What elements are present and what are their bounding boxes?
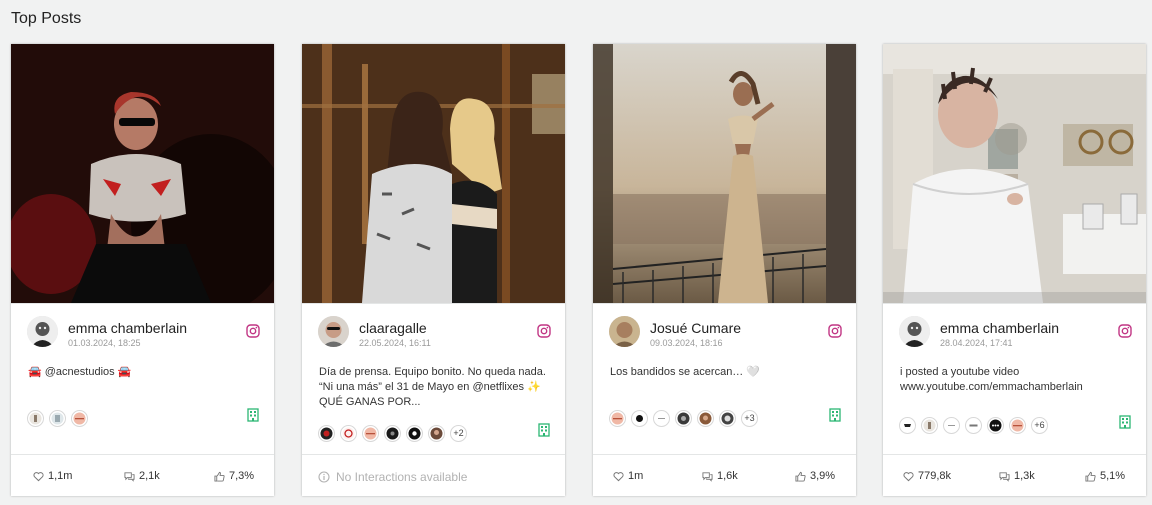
comments-count: 2,1k (139, 470, 160, 482)
brand-tag[interactable] (1009, 416, 1026, 434)
comments-stat: 2,1k (124, 470, 160, 482)
heart-icon (613, 471, 624, 482)
brand-tag[interactable] (675, 409, 692, 427)
post-caption: Día de prensa. Equipo bonito. No queda n… (319, 366, 546, 408)
likes-count: 1,1m (48, 470, 73, 482)
brand-tag[interactable] (406, 424, 423, 442)
brand-tag[interactable] (987, 416, 1004, 434)
brand-tag[interactable] (653, 409, 670, 427)
avatar[interactable] (899, 316, 930, 347)
more-tags-badge[interactable]: +6 (1031, 416, 1048, 434)
brand-tag[interactable] (719, 409, 736, 427)
engagement-stat: 5,1% (1085, 470, 1125, 482)
comment-icon (702, 471, 713, 482)
building-icon[interactable] (1119, 415, 1131, 429)
post-date: 09.03.2024, 18:16 (650, 338, 723, 348)
engagement-rate: 7,3% (229, 470, 255, 482)
brand-tag[interactable] (362, 424, 379, 442)
post-date: 22.05.2024, 16:11 (359, 338, 431, 348)
comments-count: 1,6k (717, 470, 738, 482)
brand-tag[interactable] (27, 409, 44, 427)
comments-stat: 1,6k (702, 470, 738, 482)
avatar[interactable] (27, 316, 58, 347)
author-name[interactable]: Josué Cumare (650, 320, 741, 336)
post-date: 01.03.2024, 18:25 (68, 338, 141, 348)
post-card[interactable]: emma chamberlain 01.03.2024, 18:25 🚘 @ac… (11, 44, 274, 496)
section-title: Top Posts (11, 10, 82, 27)
post-image[interactable] (883, 44, 1146, 303)
brand-tag[interactable] (318, 424, 335, 442)
heart-icon (903, 471, 914, 482)
brand-tag[interactable] (697, 409, 714, 427)
post-image[interactable] (11, 44, 274, 303)
brand-tag[interactable] (899, 416, 916, 434)
brand-tag[interactable] (921, 416, 938, 434)
instagram-icon[interactable] (246, 324, 260, 338)
info-icon (318, 471, 330, 483)
thumbs-up-icon (795, 471, 806, 482)
brand-tag[interactable] (71, 409, 88, 427)
post-card[interactable]: Josué Cumare 09.03.2024, 18:16 Los bandi… (593, 44, 856, 496)
thumbs-up-icon (1085, 471, 1096, 482)
post-stats: No Interactions available (302, 460, 565, 496)
building-icon[interactable] (247, 408, 259, 422)
likes-count: 779,8k (918, 470, 952, 482)
engagement-stat: 3,9% (795, 470, 835, 482)
brand-tag[interactable] (384, 424, 401, 442)
post-image[interactable] (302, 44, 565, 303)
avatar[interactable] (609, 316, 640, 347)
no-interactions-label: No Interactions available (336, 470, 468, 484)
brand-tag[interactable] (965, 416, 982, 434)
more-tags-badge[interactable]: +3 (741, 409, 758, 427)
engagement-rate: 5,1% (1100, 470, 1126, 482)
post-caption: i posted a youtube video www.youtube.com… (900, 366, 1083, 393)
post-image[interactable] (593, 44, 856, 303)
instagram-icon[interactable] (537, 324, 551, 338)
author-name[interactable]: emma chamberlain (68, 320, 187, 336)
instagram-icon[interactable] (828, 324, 842, 338)
post-stats: 1,1m 2,1k 7,3% (11, 460, 274, 496)
brand-tags: +6 (899, 416, 1048, 434)
thumbs-up-icon (214, 471, 225, 482)
no-interactions-notice: No Interactions available (318, 470, 467, 484)
brand-tag[interactable] (631, 409, 648, 427)
post-card[interactable]: claaragalle 22.05.2024, 16:11 Día de pre… (302, 44, 565, 496)
brand-tag[interactable] (943, 416, 960, 434)
building-icon[interactable] (829, 408, 841, 422)
comments-stat: 1,3k (999, 470, 1035, 482)
engagement-rate: 3,9% (810, 470, 836, 482)
post-date: 28.04.2024, 17:41 (940, 338, 1013, 348)
more-tags-badge[interactable]: +2 (450, 424, 467, 442)
brand-tag[interactable] (49, 409, 66, 427)
engagement-stat: 7,3% (214, 470, 254, 482)
comment-icon (124, 471, 135, 482)
likes-count: 1m (628, 470, 644, 482)
brand-tags (27, 409, 88, 427)
brand-tags: +2 (318, 424, 467, 442)
brand-tags: +3 (609, 409, 758, 427)
post-stats: 779,8k 1,3k 5,1% (883, 460, 1146, 496)
author-name[interactable]: emma chamberlain (940, 320, 1059, 336)
likes-stat: 779,8k (903, 470, 951, 482)
post-card[interactable]: emma chamberlain 28.04.2024, 17:41 i pos… (883, 44, 1146, 496)
heart-icon (33, 471, 44, 482)
instagram-icon[interactable] (1118, 324, 1132, 338)
brand-tag[interactable] (609, 409, 626, 427)
brand-tag[interactable] (340, 424, 357, 442)
post-caption: Los bandidos se acercan… 🤍 (610, 366, 761, 378)
author-name[interactable]: claaragalle (359, 320, 427, 336)
comment-icon (999, 471, 1010, 482)
avatar[interactable] (318, 316, 349, 347)
building-icon[interactable] (538, 423, 550, 437)
brand-tag[interactable] (428, 424, 445, 442)
comments-count: 1,3k (1014, 470, 1035, 482)
likes-stat: 1,1m (33, 470, 72, 482)
likes-stat: 1m (613, 470, 643, 482)
post-stats: 1m 1,6k 3,9% (593, 460, 856, 496)
post-caption: 🚘 @acnestudios 🚘 (28, 366, 132, 378)
